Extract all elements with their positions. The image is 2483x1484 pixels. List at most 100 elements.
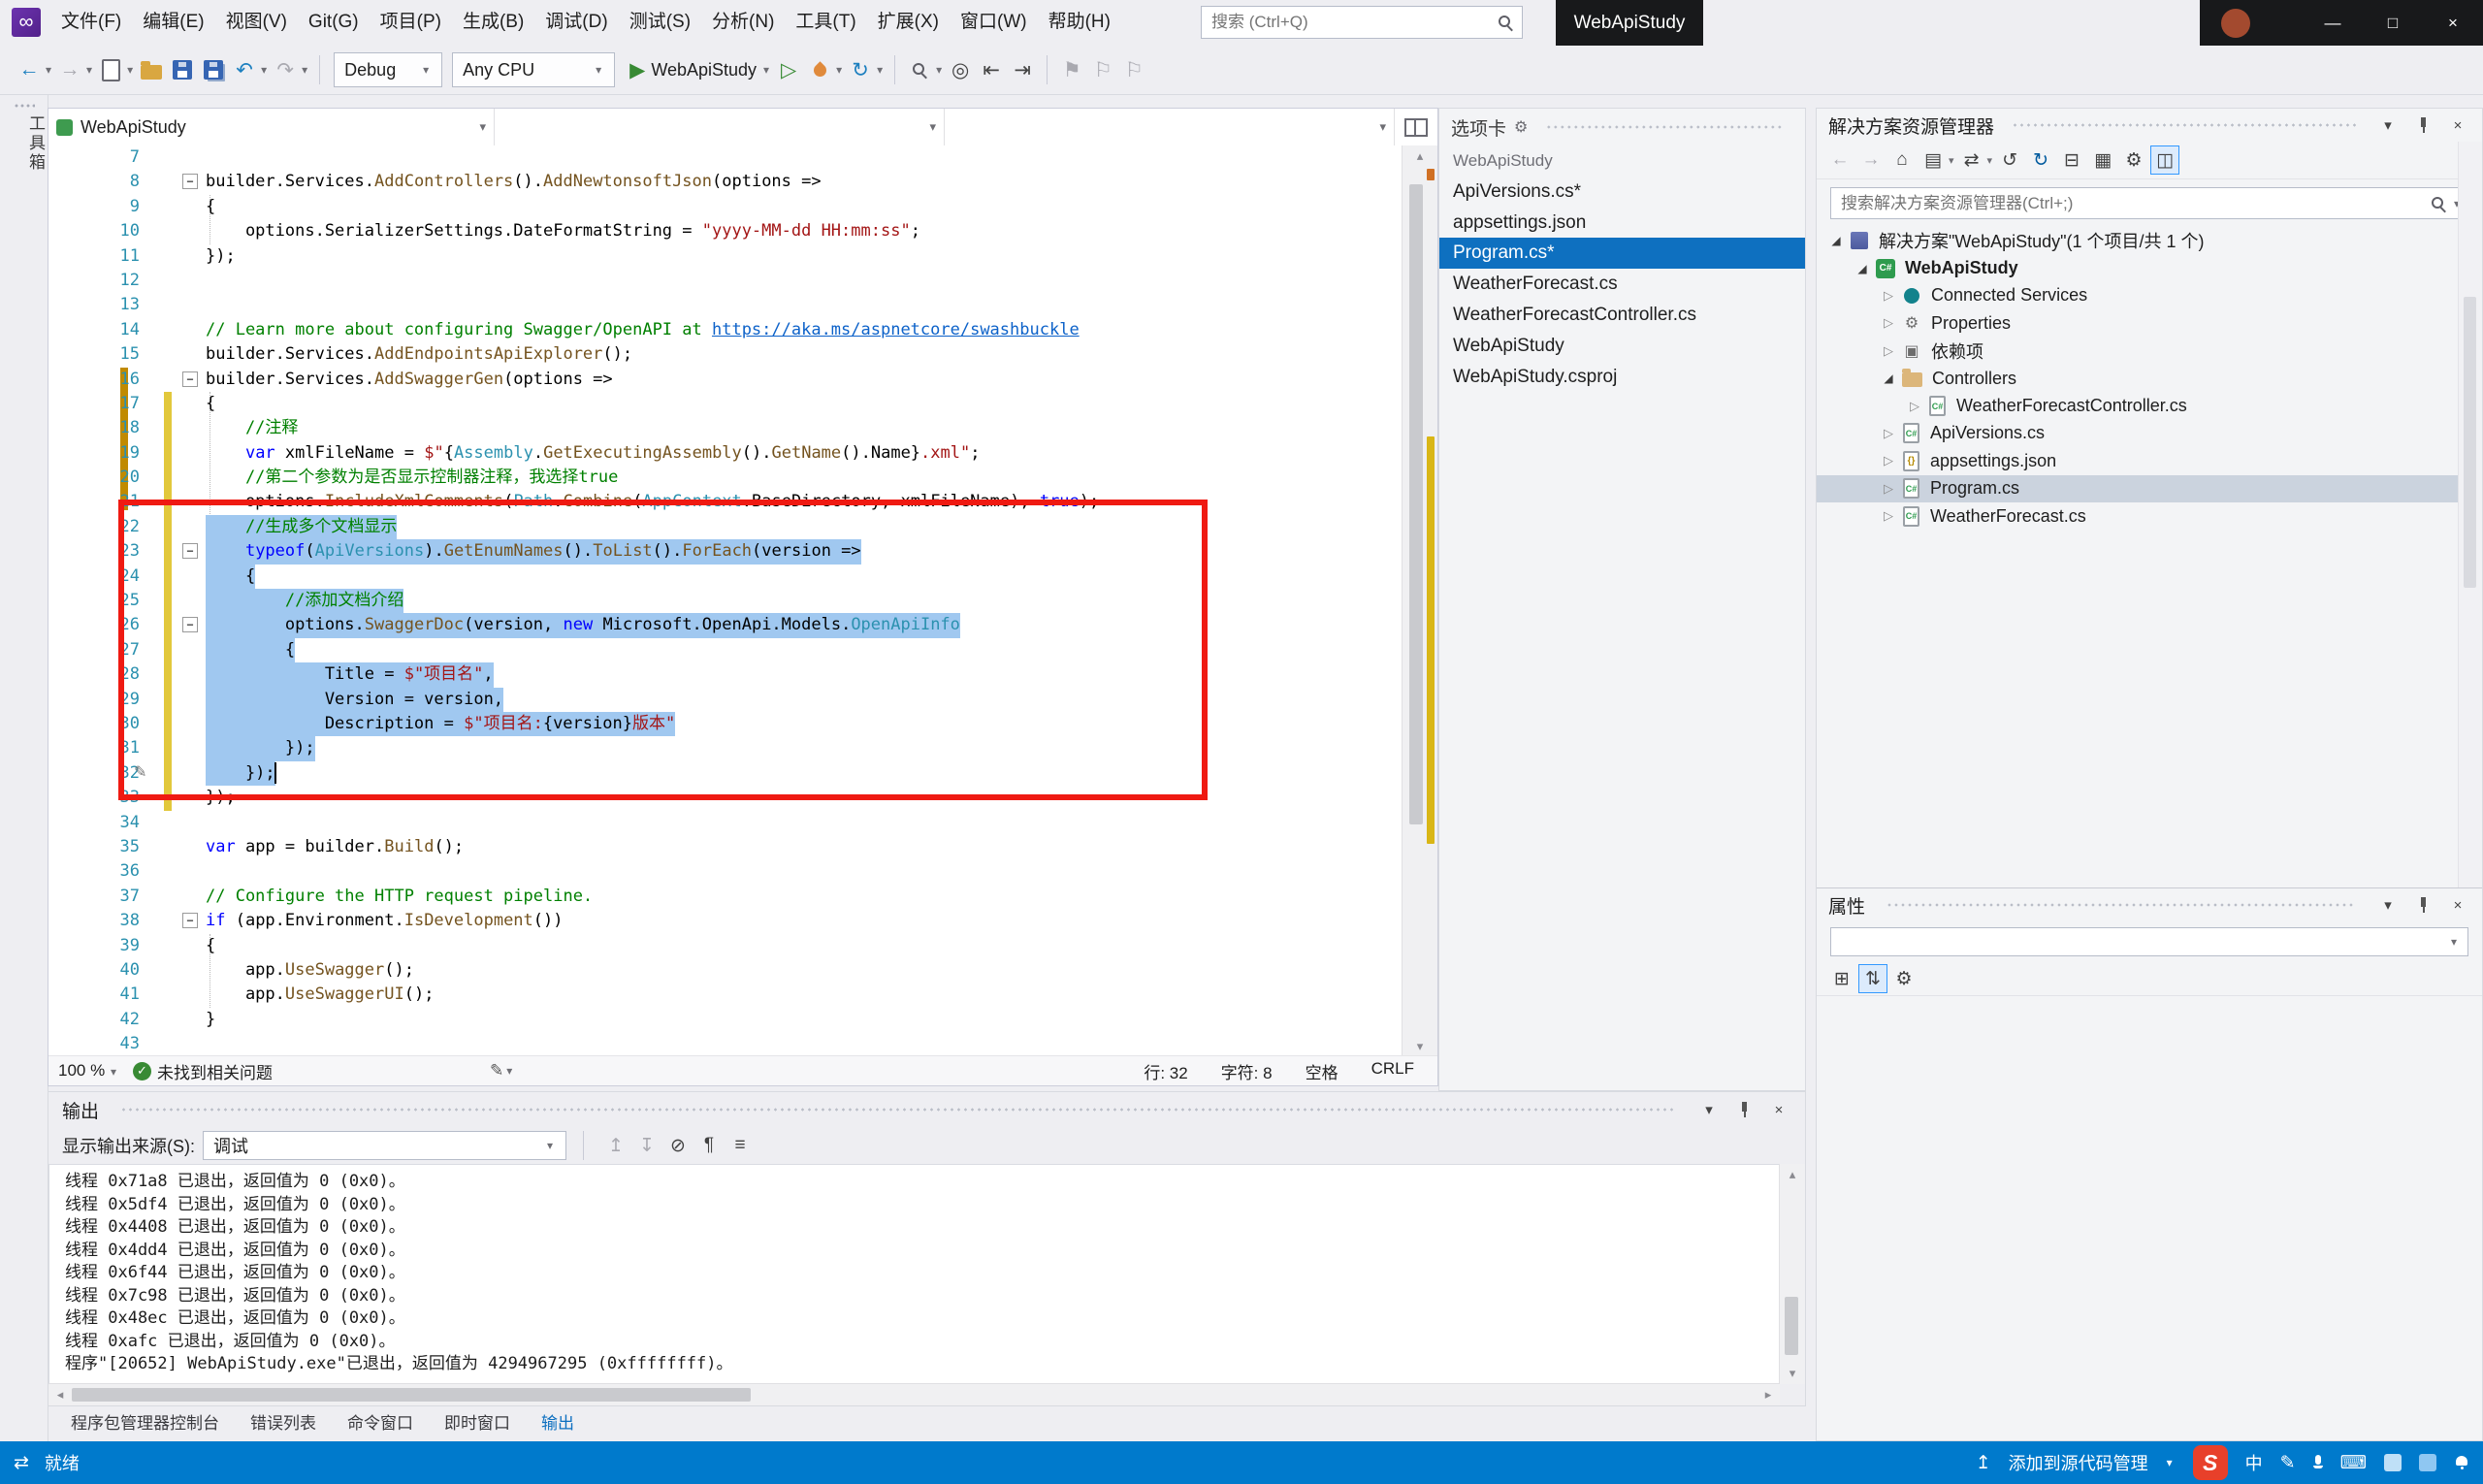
expander-icon[interactable]: ▷ (1877, 315, 1900, 331)
caret-line-indicator[interactable]: 行: 32 (1144, 1059, 1187, 1083)
code-text[interactable]: var xmlFileName = $"{Assembly.GetExecuti… (206, 441, 980, 466)
code-text[interactable]: builder.Services.AddControllers().AddNew… (206, 170, 822, 194)
expander-icon[interactable]: ▷ (1877, 453, 1900, 468)
restart-button[interactable]: ↻ (846, 51, 875, 88)
line-number[interactable]: 33 (48, 786, 153, 810)
next-bookmark-button[interactable]: ⚐ (1119, 51, 1148, 88)
line-number[interactable]: 19 (48, 441, 153, 466)
eol-indicator[interactable]: CRLF (1371, 1059, 1414, 1083)
breakpoint-margin[interactable] (153, 736, 206, 760)
dropdown-icon[interactable]: ▾ (1949, 154, 1954, 167)
line-number[interactable]: 35 (48, 835, 153, 859)
expander-icon[interactable]: ▷ (1877, 508, 1900, 524)
open-file-button[interactable] (137, 51, 166, 88)
breakpoint-margin[interactable]: − (153, 909, 206, 933)
menu-item[interactable]: 测试(S) (619, 0, 701, 45)
caret-char-indicator[interactable]: 字符: 8 (1221, 1059, 1273, 1083)
sync-with-active-document-button[interactable]: ↺ (1995, 145, 2024, 175)
code-text[interactable]: options.SerializerSettings.DateFormatStr… (206, 219, 920, 243)
menu-item[interactable]: 窗口(W) (950, 0, 1038, 45)
code-surface[interactable]: 78−builder.Services.AddControllers().Add… (48, 145, 1403, 1057)
navigate-back-dropdown-icon[interactable]: ▾ (46, 63, 51, 77)
line-number[interactable]: 27 (48, 638, 153, 662)
restart-dropdown-icon[interactable]: ▾ (877, 63, 883, 77)
code-text[interactable]: builder.Services.AddEndpointsApiExplorer… (206, 342, 632, 367)
window-position-button[interactable]: ▾ (2375, 892, 2401, 918)
taskbar-tile-icon[interactable] (2419, 1454, 2436, 1471)
project-dropdown[interactable]: WebApiStudy ▾ (48, 109, 495, 145)
code-text[interactable]: } (206, 1008, 215, 1032)
breakpoint-margin[interactable] (153, 318, 206, 342)
close-button[interactable]: × (2423, 0, 2483, 46)
line-number[interactable]: 15 (48, 342, 153, 367)
save-button[interactable] (168, 51, 197, 88)
line-number[interactable]: 40 (48, 958, 153, 983)
new-file-button[interactable] (96, 51, 125, 88)
solution-search-input[interactable] (1831, 194, 2430, 213)
menu-item[interactable]: 扩展(X) (867, 0, 950, 45)
panel-tab[interactable]: 命令窗口 (332, 1406, 429, 1441)
line-number[interactable]: 41 (48, 983, 153, 1007)
breakpoint-margin[interactable]: − (153, 170, 206, 194)
breakpoint-margin[interactable] (153, 195, 206, 219)
breakpoint-margin[interactable] (153, 712, 206, 736)
add-to-source-control-button[interactable]: 添加到源代码管理 (2009, 1450, 2148, 1475)
expander-icon[interactable]: ▷ (1877, 426, 1900, 441)
output-vertical-scrollbar[interactable]: ▴ ▾ (1779, 1164, 1805, 1384)
menu-item[interactable]: 帮助(H) (1038, 0, 1121, 45)
breakpoint-margin[interactable] (153, 466, 206, 490)
breakpoint-margin[interactable] (153, 416, 206, 440)
line-number[interactable]: 7 (48, 145, 153, 170)
code-text[interactable]: { (206, 934, 215, 958)
menu-item[interactable]: 分析(N) (701, 0, 785, 45)
line-number[interactable]: 22 (48, 515, 153, 539)
line-number[interactable]: 9 (48, 195, 153, 219)
minimize-button[interactable]: — (2303, 0, 2363, 46)
solution-explorer-search[interactable]: ▾ (1830, 187, 2468, 219)
tab-item[interactable]: appsettings.json (1439, 208, 1805, 239)
breakpoint-margin[interactable] (153, 761, 206, 786)
panel-tab[interactable]: 程序包管理器控制台 (55, 1406, 235, 1441)
tree-item[interactable]: ▷⚙Properties (1817, 309, 2482, 337)
tab-item[interactable]: Program.cs* (1439, 238, 1805, 269)
gear-icon[interactable]: ⚙ (1514, 117, 1528, 137)
breakpoint-margin[interactable] (153, 688, 206, 712)
property-pages-button[interactable]: ⚙ (1889, 964, 1919, 993)
hot-reload-dropdown-icon[interactable]: ▾ (836, 63, 842, 77)
line-number[interactable]: 36 (48, 859, 153, 884)
toggle-bookmark-button[interactable]: ⚑ (1057, 51, 1086, 88)
microphone-icon[interactable] (2313, 1455, 2323, 1470)
tab-item[interactable]: WebApiStudy.csproj (1439, 362, 1805, 393)
line-number[interactable]: 30 (48, 712, 153, 736)
editor-vertical-scrollbar[interactable]: ▴ ▾ (1402, 145, 1437, 1057)
line-number[interactable]: 14 (48, 318, 153, 342)
breakpoint-margin[interactable] (153, 441, 206, 466)
zoom-select[interactable]: 100 % ▾ (58, 1061, 119, 1081)
code-text[interactable]: builder.Services.AddSwaggerGen(options =… (206, 368, 613, 392)
window-position-button[interactable]: ▾ (2375, 113, 2401, 138)
code-text[interactable]: { (206, 638, 295, 662)
breakpoint-margin[interactable] (153, 589, 206, 613)
line-number[interactable]: 37 (48, 885, 153, 909)
tree-item[interactable]: ▷{}appsettings.json (1817, 447, 2482, 474)
breakpoint-margin[interactable] (153, 958, 206, 983)
expander-icon[interactable]: ▷ (1877, 481, 1900, 497)
pin-button[interactable] (2410, 113, 2435, 138)
line-number[interactable]: 42 (48, 1008, 153, 1032)
redo-dropdown-icon[interactable]: ▾ (302, 63, 307, 77)
tree-item[interactable]: ▷C#ApiVersions.cs (1817, 420, 2482, 447)
line-number[interactable]: 24 (48, 565, 153, 589)
menu-item[interactable]: 项目(P) (370, 0, 452, 45)
output-log[interactable]: 线程 0x71a8 已退出，返回值为 0 (0x0)。线程 0x5df4 已退出… (48, 1164, 1780, 1384)
expander-icon[interactable]: ◢ (1824, 234, 1848, 247)
home-button[interactable]: ⌂ (1887, 145, 1917, 175)
fold-toggle-icon[interactable]: − (182, 913, 198, 928)
split-window-button[interactable] (1395, 109, 1437, 145)
breakpoint-margin[interactable]: − (153, 539, 206, 564)
scroll-up-icon[interactable]: ▴ (1780, 1164, 1805, 1185)
breakpoint-margin[interactable] (153, 244, 206, 269)
start-without-debugging-button[interactable]: ▷ (774, 51, 803, 88)
tab-item[interactable]: WeatherForecast.cs (1439, 269, 1805, 300)
ime-indicator[interactable]: 中 (2245, 1450, 2263, 1475)
breakpoint-margin[interactable] (153, 490, 206, 514)
